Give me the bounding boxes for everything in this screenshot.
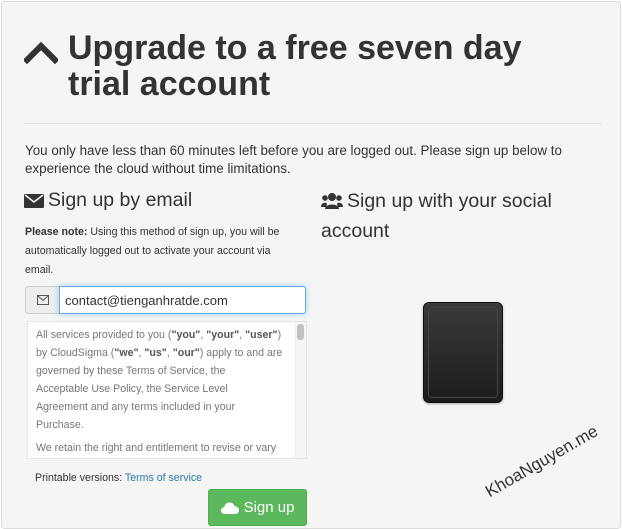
social-signup-heading: Sign up with your social account: [321, 188, 581, 245]
sign-up-label: Sign up: [243, 499, 295, 516]
note-line2: automatically logged out to activate you…: [25, 245, 271, 257]
note-line3: email.: [25, 264, 54, 276]
page-title-line2: trial account: [68, 65, 271, 103]
signup-note: Please note: Using this method of sign u…: [25, 223, 300, 280]
terms-of-service-box[interactable]: All services provided to you ("you", "yo…: [27, 321, 307, 459]
envelope-outline-icon: [37, 295, 49, 305]
page-title-line1: Upgrade to a free seven day: [68, 29, 522, 67]
tos-scrollbar[interactable]: [295, 322, 306, 458]
social-heading-line2: account: [321, 220, 390, 242]
intro-text: You only have less than 60 minutes left …: [25, 142, 585, 178]
note-line1: Using this method of sign up, you will b…: [90, 226, 280, 238]
divider: [24, 123, 602, 124]
email-input-group: [25, 286, 306, 314]
upgrade-panel: Upgrade to a free seven day trial accoun…: [1, 1, 621, 529]
sign-up-button[interactable]: Sign up: [208, 489, 307, 526]
email-addon: [25, 286, 59, 314]
note-label: Please note:: [25, 226, 88, 238]
printable-versions: Printable versions: Terms of service: [35, 472, 202, 484]
email-signup-heading: Sign up by email: [24, 188, 192, 215]
tos-paragraph-1: All services provided to you ("you", "yo…: [36, 329, 283, 431]
envelope-icon: [24, 191, 44, 215]
device-image: [423, 302, 503, 403]
email-signup-heading-label: Sign up by email: [48, 189, 193, 211]
tos-scrollbar-thumb[interactable]: [297, 324, 304, 340]
printable-label: Printable versions:: [35, 472, 123, 484]
social-heading-line1: Sign up with your social: [347, 190, 552, 212]
email-input[interactable]: [59, 286, 306, 314]
cloud-icon: [220, 502, 239, 514]
terms-of-service-link[interactable]: Terms of service: [125, 472, 202, 484]
intro-line2: experience the cloud without time limita…: [25, 161, 291, 176]
chevron-up-icon[interactable]: [22, 40, 60, 65]
tos-paragraph-2: We retain the right and entitlement to r…: [36, 442, 277, 454]
intro-line1: You only have less than 60 minutes left …: [25, 143, 562, 158]
users-icon: [321, 191, 343, 218]
